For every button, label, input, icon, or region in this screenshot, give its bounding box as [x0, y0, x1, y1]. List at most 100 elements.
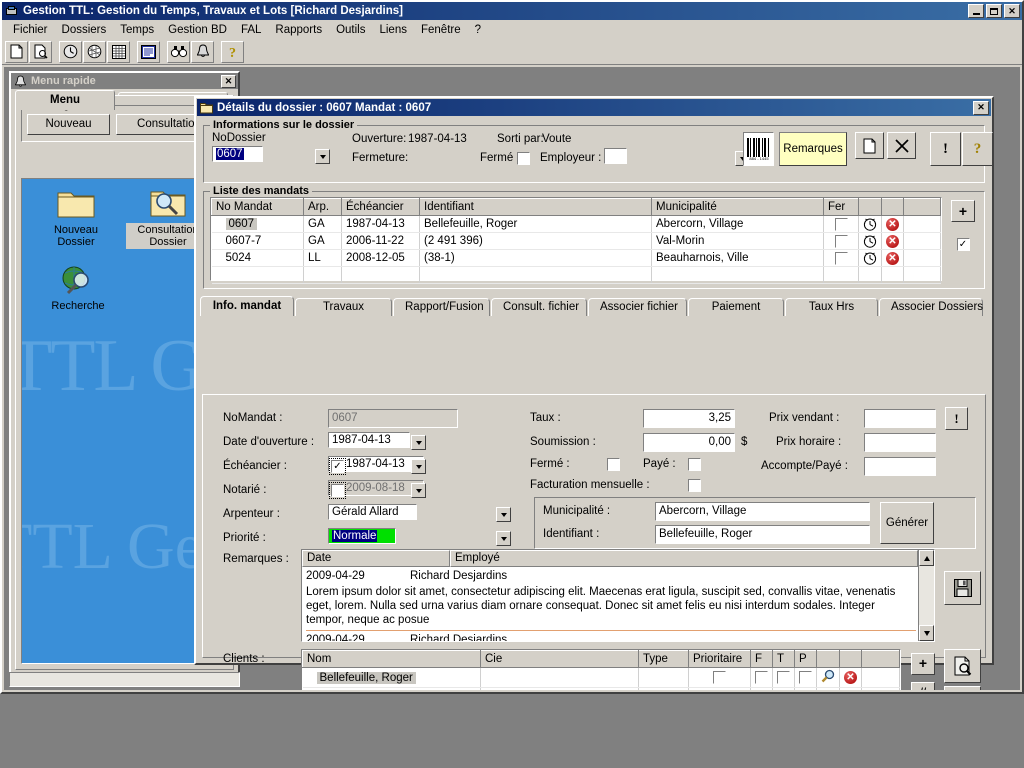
- tab-consult-fichier[interactable]: Consult. fichier: [491, 298, 587, 316]
- ferme-mandat-checkbox[interactable]: [607, 458, 620, 471]
- list-button[interactable]: [107, 40, 130, 63]
- notarie-combo[interactable]: 2009-08-18: [328, 480, 428, 499]
- p-checkbox[interactable]: [799, 671, 812, 684]
- quick-menu-close-button[interactable]: ✕: [221, 74, 236, 88]
- col-type[interactable]: Type: [638, 650, 689, 668]
- soumission-field[interactable]: 0,00: [643, 433, 735, 452]
- new-message-button[interactable]: Nouveau: [27, 114, 110, 135]
- tab-travaux[interactable]: Travaux: [295, 298, 392, 316]
- menu-item-liens[interactable]: Liens: [372, 22, 414, 38]
- ferme-checkbox[interactable]: [517, 152, 530, 165]
- menu-item-fal[interactable]: FAL: [234, 22, 268, 38]
- prix-alert-button[interactable]: !: [945, 407, 968, 430]
- save-button[interactable]: [944, 571, 981, 605]
- col-p[interactable]: P: [794, 650, 817, 668]
- paye-checkbox[interactable]: [688, 458, 701, 471]
- facturation-checkbox[interactable]: [688, 479, 701, 492]
- quick-menu-tab-menu[interactable]: Menu: [15, 90, 115, 110]
- remarques-list[interactable]: Date Employé 2009-04-29 Richard Desjardi…: [301, 549, 935, 642]
- prix-horaire-field[interactable]: [864, 433, 936, 452]
- tab-associer-dossiers[interactable]: Associer Dossiers: [879, 298, 983, 316]
- col-nom[interactable]: Nom: [302, 650, 481, 668]
- add-mandat-button[interactable]: +: [951, 200, 975, 222]
- table-row[interactable]: Bellefeuille, Roger ✕: [302, 667, 900, 688]
- mandats-filter-checkbox[interactable]: ✓: [956, 238, 970, 251]
- mandats-grid[interactable]: No Mandat Arp. Échéancier Identifiant Mu…: [210, 197, 942, 284]
- help-button[interactable]: ?: [962, 132, 993, 166]
- menu-item-fichier[interactable]: Fichier: [6, 22, 55, 38]
- new-dossier-button[interactable]: [855, 132, 884, 159]
- alert-button[interactable]: !: [930, 132, 961, 166]
- prix-vendant-field[interactable]: [864, 409, 936, 428]
- col-f[interactable]: F: [750, 650, 773, 668]
- col-cie[interactable]: Cie: [480, 650, 639, 668]
- chevron-down-icon[interactable]: [411, 483, 426, 498]
- notarie-checkbox[interactable]: [329, 482, 346, 499]
- tab-taux-hrs[interactable]: Taux Hrs: [785, 298, 878, 316]
- echeancier-combo[interactable]: 1987-04-13 ✓: [328, 456, 428, 475]
- delete-row-button[interactable]: ✕: [886, 251, 899, 265]
- search-button[interactable]: [167, 40, 190, 63]
- col-spare[interactable]: [861, 650, 900, 668]
- table-row[interactable]: 5024 LL 2008-12-05 (38-1) Beauharnois, V…: [211, 249, 941, 267]
- col-identifiant[interactable]: Identifiant: [419, 198, 652, 216]
- new-document-button[interactable]: [5, 40, 28, 63]
- col-t[interactable]: T: [772, 650, 795, 668]
- print-client-button[interactable]: [944, 686, 981, 690]
- date-ouverture-combo[interactable]: 1987-04-13: [328, 432, 428, 450]
- preview-client-button[interactable]: [944, 649, 981, 683]
- col-view[interactable]: [816, 650, 840, 668]
- col-delete[interactable]: [881, 198, 904, 216]
- col-employe[interactable]: Employé: [450, 550, 918, 567]
- desktop-icon-recherche[interactable]: Recherche: [36, 263, 120, 313]
- generer-button[interactable]: Générer: [880, 502, 934, 544]
- chevron-down-icon[interactable]: [496, 531, 511, 546]
- clients-grid[interactable]: Nom Cie Type Prioritaire F T P Bellefeui…: [301, 649, 901, 690]
- chevron-down-icon[interactable]: [411, 459, 426, 474]
- fer-checkbox[interactable]: [834, 234, 848, 248]
- remarques-entry[interactable]: 2009-04-29 Richard Desjardins Lorem ipsu…: [302, 567, 920, 641]
- menu-item-temps[interactable]: Temps: [113, 22, 161, 38]
- stamp-button[interactable]: [83, 40, 106, 63]
- restore-button[interactable]: [986, 4, 1002, 18]
- delete-row-button[interactable]: ✕: [886, 234, 899, 248]
- tab-associer-fichier[interactable]: Associer fichier: [588, 298, 687, 316]
- chevron-down-icon[interactable]: [411, 435, 426, 450]
- arpenteur-combo[interactable]: Gérald Allard: [328, 504, 513, 522]
- prioritaire-checkbox[interactable]: [713, 671, 726, 684]
- menu-item-gestion-bd[interactable]: Gestion BD: [161, 22, 234, 38]
- clock-icon[interactable]: [863, 234, 877, 248]
- t-checkbox[interactable]: [777, 671, 790, 684]
- col-spare[interactable]: [903, 198, 941, 216]
- scroll-track[interactable]: [919, 566, 934, 625]
- remarques-button[interactable]: Remarques: [779, 132, 847, 166]
- fer-checkbox[interactable]: [834, 217, 848, 231]
- menu-item-rapports[interactable]: Rapports: [268, 22, 329, 38]
- fer-checkbox[interactable]: [834, 251, 848, 265]
- col-no-mandat[interactable]: No Mandat: [211, 198, 304, 216]
- table-row[interactable]: 0607-7 GA 2006-11-22 (2 491 396) Val-Mor…: [211, 232, 941, 250]
- tab-rapport-fusion[interactable]: Rapport/Fusion: [393, 298, 490, 316]
- clock-button[interactable]: [59, 40, 82, 63]
- add-client-button[interactable]: +: [911, 653, 935, 675]
- echeancier-checkbox[interactable]: ✓: [329, 458, 346, 475]
- minimize-button[interactable]: [968, 4, 984, 18]
- menu-item-dossiers[interactable]: Dossiers: [55, 22, 114, 38]
- col-prioritaire[interactable]: Prioritaire: [688, 650, 751, 668]
- delete-row-button[interactable]: ✕: [886, 217, 899, 231]
- quick-menu-hscrollbar[interactable]: [9, 672, 240, 687]
- priorite-combo[interactable]: Normale: [328, 528, 513, 546]
- employeur-combo[interactable]: [604, 148, 752, 166]
- no-dossier-combo[interactable]: 0607: [212, 146, 332, 164]
- acompte-field[interactable]: [864, 457, 936, 476]
- delete-client-button[interactable]: ✕: [844, 671, 857, 684]
- table-row-empty[interactable]: [211, 266, 941, 284]
- chevron-down-icon[interactable]: [496, 507, 511, 522]
- taux-field[interactable]: 3,25: [643, 409, 735, 428]
- desktop-icon-nouveau-dossier[interactable]: Nouveau Dossier: [34, 187, 118, 249]
- remarques-scrollbar[interactable]: [918, 550, 934, 641]
- help-button[interactable]: ?: [221, 40, 244, 63]
- tab-info-mandat[interactable]: Info. mandat: [200, 296, 294, 316]
- alert-button[interactable]: [191, 40, 214, 63]
- clock-icon[interactable]: [863, 217, 877, 231]
